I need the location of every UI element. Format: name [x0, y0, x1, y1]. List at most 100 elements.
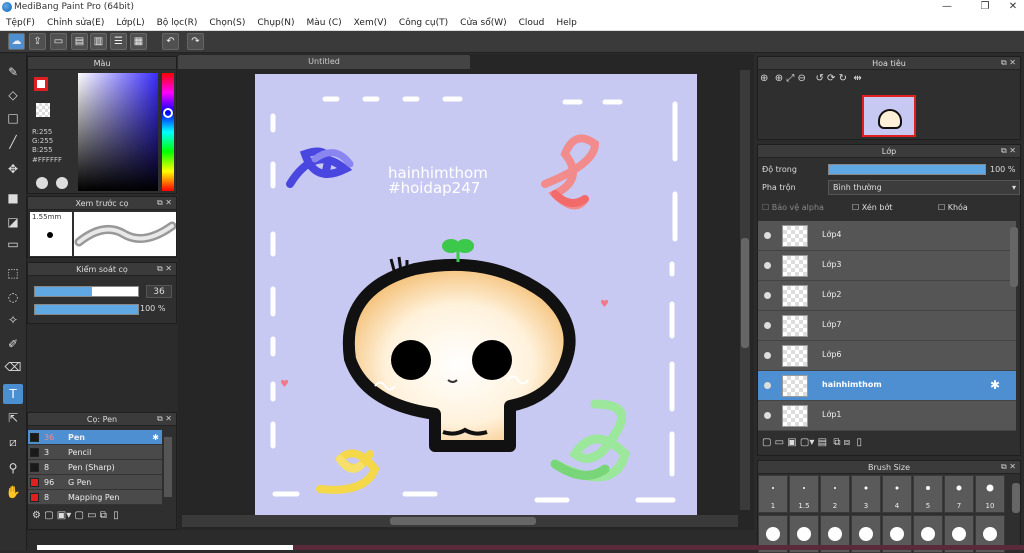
palette-icon[interactable]	[36, 177, 48, 189]
brush-list-item[interactable]: 8 Pen (Sharp)	[28, 460, 162, 475]
visibility-icon[interactable]	[764, 382, 771, 389]
menu-cloud[interactable]: Cloud	[513, 15, 551, 30]
flip-icon[interactable]: ⇹	[853, 73, 861, 84]
brush-tool-icon[interactable]: ✎	[3, 62, 23, 82]
panel-menu-icon[interactable]: ⧉ ✕	[157, 198, 172, 208]
layer-row[interactable]: Lớp2	[758, 281, 1016, 311]
rotate-left-icon[interactable]: ↺	[815, 73, 823, 84]
layer-opacity-slider[interactable]	[828, 164, 986, 175]
visibility-icon[interactable]	[764, 352, 771, 359]
menu-tools[interactable]: Công cụ(T)	[393, 15, 454, 30]
brush-opacity-slider[interactable]	[34, 304, 139, 315]
select-rect-icon[interactable]: ⬚	[3, 263, 23, 283]
redo-icon[interactable]: ↷	[187, 33, 204, 50]
secondary-color-swatch[interactable]	[36, 103, 50, 117]
new-layer-comment-icon[interactable]: ▭	[775, 437, 784, 448]
new-brush-icon[interactable]: ▢	[44, 510, 53, 521]
fit-window-icon[interactable]: ⤢	[786, 73, 794, 84]
menu-filter[interactable]: Bộ lọc(R)	[151, 15, 204, 30]
protect-alpha-checkbox[interactable]: ☐ Bảo vệ alpha	[762, 203, 824, 212]
fill-rect-tool-icon[interactable]: ■	[3, 188, 23, 208]
visibility-icon[interactable]	[764, 322, 771, 329]
visibility-icon[interactable]	[764, 412, 771, 419]
visibility-icon[interactable]	[764, 262, 771, 269]
layer-settings-icon[interactable]: ⧈	[844, 437, 850, 448]
brush-size-scrollbar[interactable]	[1012, 483, 1020, 513]
delete-layer-icon[interactable]: ▯	[856, 437, 862, 448]
brush-list-item[interactable]: 3 Pencil	[28, 445, 162, 460]
layer-row[interactable]: hainhimthom ✱	[758, 371, 1016, 401]
brush-size-cell[interactable]: 1	[758, 475, 788, 513]
menu-window[interactable]: Cửa sổ(W)	[454, 15, 512, 30]
new-folder-icon[interactable]: ▣	[787, 437, 796, 448]
divide-tool-icon[interactable]: ⧄	[3, 432, 23, 452]
brush-size-cell[interactable]: 1.5	[789, 475, 819, 513]
brush-size-slider[interactable]	[34, 286, 139, 297]
delete-brush-icon[interactable]: ▯	[113, 510, 119, 521]
list-icon[interactable]: ☰	[110, 33, 127, 50]
menu-snap[interactable]: Chụp(N)	[251, 15, 300, 30]
new-layer-icon[interactable]: ▢	[762, 437, 771, 448]
layer-row[interactable]: Lớp1	[758, 401, 1016, 431]
canvas-hscrollbar[interactable]	[182, 515, 738, 527]
text-tool-icon[interactable]: T	[3, 384, 23, 404]
select-pen-icon[interactable]: ✐	[3, 334, 23, 354]
panel-menu-icon[interactable]: ⧉ ✕	[1001, 58, 1016, 68]
copy-brush-icon[interactable]: ▢	[74, 510, 83, 521]
menu-select[interactable]: Chọn(S)	[203, 15, 251, 30]
brush-list-scrollbar[interactable]	[164, 437, 172, 497]
hue-slider[interactable]	[162, 73, 174, 191]
panel-menu-icon[interactable]: ⧉ ✕	[157, 264, 172, 274]
brush-size-cell[interactable]: 5	[913, 475, 943, 513]
navigator-thumbnail[interactable]	[862, 95, 916, 137]
eraser-tool-icon[interactable]: ◇	[3, 85, 23, 105]
panel-menu-icon[interactable]: ⧉ ✕	[1001, 146, 1016, 156]
document-icon[interactable]: ▤	[71, 33, 88, 50]
panel-menu-icon[interactable]: ⧉ ✕	[1001, 462, 1016, 472]
zoom-fit-icon[interactable]: ⊕	[760, 73, 768, 84]
hand-tool-icon[interactable]: ✋	[3, 482, 23, 502]
layer-row[interactable]: Lớp3	[758, 251, 1016, 281]
layer-row[interactable]: Lớp4	[758, 221, 1016, 251]
brush-size-cell[interactable]: 4	[882, 475, 912, 513]
primary-color-swatch[interactable]	[34, 77, 48, 91]
menu-color[interactable]: Màu (C)	[301, 15, 348, 30]
eyedropper-icon[interactable]: ⚲	[3, 458, 23, 478]
gradient-tool-icon[interactable]: ▭	[3, 234, 23, 254]
brush-size-cell[interactable]: 3	[851, 475, 881, 513]
add-brush-icon[interactable]: ⚙	[32, 510, 41, 521]
menu-help[interactable]: Help	[550, 15, 583, 30]
brush-size-cell[interactable]: 7	[944, 475, 974, 513]
visibility-icon[interactable]	[764, 232, 771, 239]
add-layer-menu-icon[interactable]: ▢▾	[800, 437, 814, 448]
clipping-checkbox[interactable]: ☐ Xén bớt	[852, 203, 892, 212]
minimize-icon[interactable]: —	[928, 0, 966, 15]
hue-handle[interactable]	[163, 108, 173, 118]
comment-icon[interactable]: ▭	[50, 33, 67, 50]
grid-icon[interactable]: ▦	[130, 33, 147, 50]
canvas-vscrollbar[interactable]	[740, 70, 750, 510]
move-tool-icon[interactable]: ✥	[3, 159, 23, 179]
zoom-out-icon[interactable]: ⊖	[798, 73, 806, 84]
operation-tool-icon[interactable]: ⇱	[3, 408, 23, 428]
brush-list-item[interactable]: 8 Mapping Pen	[28, 490, 162, 505]
lock-checkbox[interactable]: ☐ Khóa	[938, 203, 968, 212]
export-icon[interactable]: ⇪	[29, 33, 46, 50]
duplicate-icon[interactable]: ⧉	[100, 510, 107, 521]
visibility-icon[interactable]	[764, 292, 771, 299]
lasso-icon[interactable]: ◌	[3, 287, 23, 307]
brush-settings-icon[interactable]: ▣▾	[57, 510, 71, 521]
menu-file[interactable]: Tệp(F)	[0, 15, 41, 30]
magic-wand-icon[interactable]: ✧	[3, 310, 23, 330]
close-icon[interactable]: ✕	[994, 0, 1024, 15]
bucket-tool-icon[interactable]: ◪	[3, 212, 23, 232]
saturation-value-picker[interactable]	[78, 73, 158, 191]
rotate-reset-icon[interactable]: ⟳	[827, 73, 835, 84]
color-picker-icon[interactable]	[56, 177, 68, 189]
folder-icon[interactable]: ▭	[87, 510, 96, 521]
menu-layer[interactable]: Lớp(L)	[110, 15, 150, 30]
page-icon[interactable]: ▥	[90, 33, 107, 50]
brush-list-item[interactable]: 36 Pen ✱	[28, 430, 162, 445]
layer-scrollbar[interactable]	[1010, 227, 1018, 287]
zoom-in-icon[interactable]: ⊕	[775, 73, 783, 84]
